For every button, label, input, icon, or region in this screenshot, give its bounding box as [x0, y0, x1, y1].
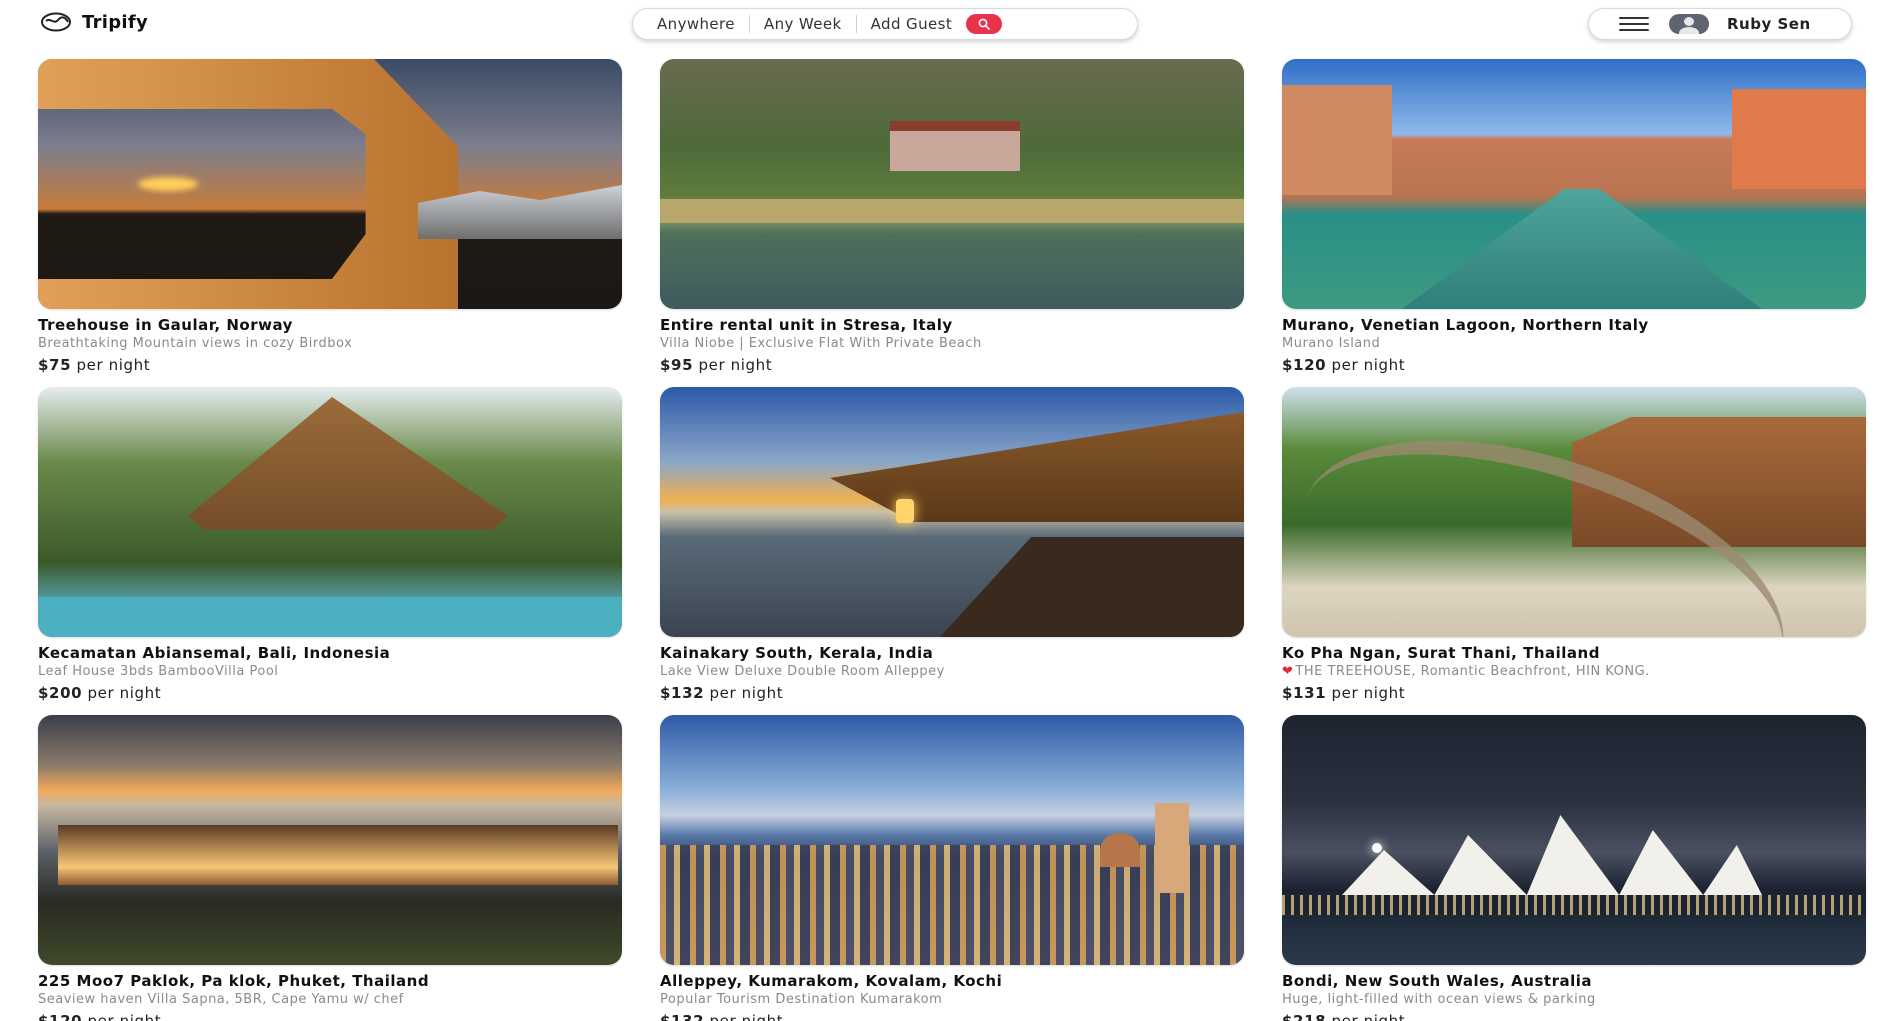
listing-photo[interactable] — [38, 59, 622, 309]
listing-price: $132 — [660, 1012, 705, 1021]
listing-card[interactable]: Alleppey, Kumarakom, Kovalam, Kochi Popu… — [660, 715, 1244, 1021]
listing-subtitle: Huge, light-filled with ocean views & pa… — [1282, 992, 1596, 1007]
listing-price: $75 — [38, 356, 72, 374]
listing-photo[interactable] — [1282, 715, 1866, 965]
listing-title[interactable]: Kainakary South, Kerala, India — [660, 644, 1244, 662]
listing-price-line: $120 per night — [38, 1012, 622, 1021]
listings-grid: Treehouse in Gaular, Norway Breathtaking… — [38, 59, 1866, 1021]
user-name: Ruby Sen — [1727, 15, 1811, 33]
listing-price-line: $95 per night — [660, 356, 1244, 374]
top-navbar: Tripify Anywhere Any Week Add Guest Ruby… — [0, 0, 1883, 48]
listing-card[interactable]: Entire rental unit in Stresa, Italy Vill… — [660, 59, 1244, 387]
listing-title[interactable]: Alleppey, Kumarakom, Kovalam, Kochi — [660, 972, 1244, 990]
brand-name: Tripify — [82, 11, 149, 33]
listing-price-line: $120 per night — [1282, 356, 1866, 374]
listing-price-line: $132 per night — [660, 1012, 1244, 1021]
listing-card[interactable]: Murano, Venetian Lagoon, Northern Italy … — [1282, 59, 1866, 387]
listing-price: $200 — [38, 684, 83, 702]
user-menu-button[interactable]: Ruby Sen — [1588, 8, 1852, 40]
listing-subtitle: ❤ THE TREEHOUSE, Romantic Beachfront, HIN… — [1282, 664, 1866, 681]
price-suffix: per night — [709, 1012, 784, 1021]
price-suffix: per night — [1331, 1012, 1406, 1021]
listing-card[interactable]: Ko Pha Ngan, Surat Thani, Thailand ❤ THE … — [1282, 387, 1866, 715]
search-dates-any-week[interactable]: Any Week — [764, 15, 842, 33]
listing-card[interactable]: 225 Moo7 Paklok, Pa klok, Phuket, Thaila… — [38, 715, 622, 1021]
search-button[interactable] — [966, 14, 1003, 34]
listing-photo[interactable] — [660, 59, 1244, 309]
globe-logo-icon — [41, 12, 71, 32]
listing-subtitle: Seaview haven Villa Sapna, 5BR, Cape Yam… — [38, 992, 404, 1007]
user-avatar-icon[interactable] — [1669, 14, 1709, 34]
listing-photo[interactable] — [660, 715, 1244, 965]
brand-logo[interactable]: Tripify — [40, 8, 148, 36]
listing-price-line: $132 per night — [660, 684, 1244, 702]
listing-subtitle: Popular Tourism Destination Kumarakom — [660, 992, 943, 1007]
listing-title[interactable]: Bondi, New South Wales, Australia — [1282, 972, 1866, 990]
listing-price-line: $218 per night — [1282, 1012, 1866, 1021]
listing-title[interactable]: Murano, Venetian Lagoon, Northern Italy — [1282, 316, 1866, 334]
listing-price-line: $131 per night — [1282, 684, 1866, 702]
listing-card[interactable]: Bondi, New South Wales, Australia Huge, … — [1282, 715, 1866, 1021]
listing-photo[interactable] — [1282, 387, 1866, 637]
listing-photo[interactable] — [38, 715, 622, 965]
listing-price-line: $75 per night — [38, 356, 622, 374]
listing-card[interactable]: Treehouse in Gaular, Norway Breathtaking… — [38, 59, 622, 387]
listing-price: $131 — [1282, 684, 1327, 702]
listing-price-line: $200 per night — [38, 684, 622, 702]
listing-subtitle: Villa Niobe | Exclusive Flat With Privat… — [660, 336, 982, 351]
listing-title[interactable]: 225 Moo7 Paklok, Pa klok, Phuket, Thaila… — [38, 972, 622, 990]
listing-price: $218 — [1282, 1012, 1327, 1021]
listing-price: $132 — [660, 684, 705, 702]
listing-price: $95 — [660, 356, 694, 374]
search-divider — [855, 15, 857, 33]
search-bar[interactable]: Anywhere Any Week Add Guest — [632, 8, 1138, 40]
price-suffix: per night — [76, 356, 151, 374]
search-icon — [978, 18, 990, 30]
search-divider — [748, 15, 750, 33]
price-suffix: per night — [87, 1012, 162, 1021]
listing-subtitle: Leaf House 3bds BambooVilla Pool — [38, 664, 279, 679]
listing-photo[interactable] — [38, 387, 622, 637]
search-location-anywhere[interactable]: Anywhere — [657, 15, 735, 33]
listing-photo[interactable] — [1282, 59, 1866, 309]
listing-subtitle: Breathtaking Mountain views in cozy Bird… — [38, 336, 353, 351]
heart-icon: ❤ — [1282, 664, 1294, 679]
listing-title[interactable]: Entire rental unit in Stresa, Italy — [660, 316, 1244, 334]
listing-price: $120 — [1282, 356, 1327, 374]
hamburger-menu-icon[interactable] — [1619, 17, 1649, 31]
listing-title[interactable]: Treehouse in Gaular, Norway — [38, 316, 622, 334]
search-add-guest[interactable]: Add Guest — [871, 15, 952, 33]
listing-subtitle: Lake View Deluxe Double Room Alleppey — [660, 664, 945, 679]
price-suffix: per night — [1331, 356, 1406, 374]
listing-price: $120 — [38, 1012, 83, 1021]
price-suffix: per night — [87, 684, 162, 702]
listing-title[interactable]: Kecamatan Abiansemal, Bali, Indonesia — [38, 644, 622, 662]
price-suffix: per night — [698, 356, 773, 374]
listing-card[interactable]: Kecamatan Abiansemal, Bali, Indonesia Le… — [38, 387, 622, 715]
listing-subtitle-text: THE TREEHOUSE, Romantic Beachfront, HIN … — [1295, 664, 1650, 679]
price-suffix: per night — [1331, 684, 1406, 702]
price-suffix: per night — [709, 684, 784, 702]
listing-card[interactable]: Kainakary South, Kerala, India Lake View… — [660, 387, 1244, 715]
listing-photo[interactable] — [660, 387, 1244, 637]
listing-title[interactable]: Ko Pha Ngan, Surat Thani, Thailand — [1282, 644, 1866, 662]
listing-subtitle: Murano Island — [1282, 336, 1381, 351]
